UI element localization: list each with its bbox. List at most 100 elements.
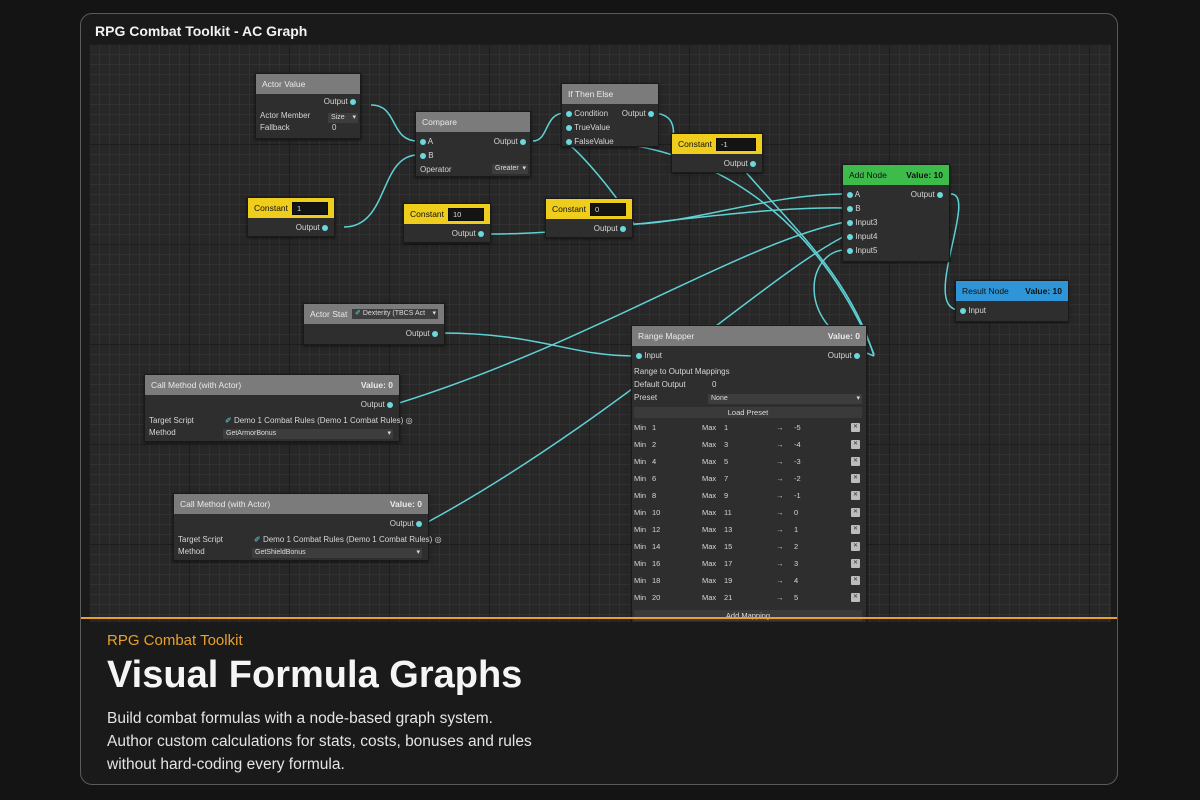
output-pin[interactable] [750,160,756,167]
operator-dropdown[interactable]: Greater [492,164,528,174]
max-field[interactable]: 15 [724,542,732,551]
node-header[interactable]: Constant 0 [546,199,632,219]
trash-icon[interactable]: ✕ [851,559,860,568]
node-header[interactable]: Compare [416,112,530,132]
result-node[interactable]: Result Node Value: 10 Input [955,280,1069,322]
max-field[interactable]: 7 [724,474,728,483]
fallback-field[interactable]: 0 [332,122,336,134]
input-pin-3[interactable] [847,219,853,226]
method-dropdown[interactable]: GetShieldBonus [252,548,422,558]
output-pin[interactable] [620,225,626,232]
target-script-field[interactable]: ✐ Demo 1 Combat Rules (Demo 1 Combat Rul… [225,415,413,427]
output-field[interactable]: 5 [794,593,798,602]
compare-node[interactable]: Compare A Output B Operator Greater [415,111,531,177]
input-pin-b[interactable] [420,152,426,159]
input-pin-4[interactable] [847,233,853,240]
node-header[interactable]: Result Node Value: 10 [956,281,1068,301]
constant-value-field[interactable]: -1 [716,137,756,151]
output-field[interactable]: -5 [794,423,801,432]
min-field[interactable]: 12 [652,525,660,534]
max-field[interactable]: 1 [724,423,728,432]
output-pin[interactable] [432,330,438,337]
min-field[interactable]: 1 [652,423,656,432]
output-field[interactable]: 3 [794,559,798,568]
preset-dropdown[interactable]: None [708,394,862,404]
method-dropdown[interactable]: GetArmorBonus [223,429,393,439]
trash-icon[interactable]: ✕ [851,474,860,483]
min-field[interactable]: 20 [652,593,660,602]
trash-icon[interactable]: ✕ [851,457,860,466]
output-field[interactable]: -2 [794,474,801,483]
trash-icon[interactable]: ✕ [851,491,860,500]
if-then-else-node[interactable]: If Then Else Condition Output TrueValue … [561,83,659,147]
trash-icon[interactable]: ✕ [851,576,860,585]
node-header[interactable]: If Then Else [562,84,658,104]
output-pin[interactable] [937,191,943,198]
constant-value-field[interactable]: 0 [590,202,626,216]
constant-value-field[interactable]: 10 [448,207,484,221]
actor-value-node[interactable]: Actor Value Output Actor Member Size Fal… [255,73,361,139]
range-mapper-node[interactable]: Range Mapper Value: 0 Input Output Range … [631,325,867,622]
target-icon[interactable]: ◎ [406,416,413,425]
output-field[interactable]: 1 [794,525,798,534]
false-value-pin[interactable] [566,138,572,145]
min-field[interactable]: 16 [652,559,660,568]
max-field[interactable]: 13 [724,525,732,534]
output-field[interactable]: 4 [794,576,798,585]
output-field[interactable]: -3 [794,457,801,466]
add-node[interactable]: Add Node Value: 10 A Output B Input3 Inpu… [842,164,950,262]
trash-icon[interactable]: ✕ [851,593,860,602]
trash-icon[interactable]: ✕ [851,508,860,517]
condition-pin[interactable] [566,110,572,117]
output-field[interactable]: 2 [794,542,798,551]
add-mapping-button[interactable]: Add Mapping [634,610,862,621]
call-method-armor-node[interactable]: Call Method (with Actor) Value: 0 Output … [144,374,413,442]
max-field[interactable]: 5 [724,457,728,466]
min-field[interactable]: 4 [652,457,656,466]
trash-icon[interactable]: ✕ [851,423,860,432]
true-value-pin[interactable] [566,124,572,131]
input-pin-a[interactable] [420,138,426,145]
constant-value-field[interactable]: 1 [292,201,328,215]
output-field[interactable]: -1 [794,491,801,500]
output-pin[interactable] [648,110,654,117]
output-pin[interactable] [350,98,356,105]
node-header[interactable]: Constant 10 [404,204,490,224]
min-field[interactable]: 2 [652,440,656,449]
node-header[interactable]: Call Method (with Actor) Value: 0 [174,494,428,514]
output-pin[interactable] [854,352,860,359]
node-header[interactable]: Range Mapper Value: 0 [632,326,866,346]
load-preset-button[interactable]: Load Preset [634,407,862,418]
node-header[interactable]: Add Node Value: 10 [843,165,949,185]
node-header[interactable]: Call Method (with Actor) Value: 0 [145,375,399,395]
constant-10-node[interactable]: Constant 10 Output [403,203,491,243]
stat-dropdown[interactable]: ✐ Dexterity (TBCS Act [352,309,438,319]
output-field[interactable]: -4 [794,440,801,449]
node-header[interactable]: Constant -1 [672,134,762,154]
min-field[interactable]: 18 [652,576,660,585]
constant-1-node[interactable]: Constant 1 Output [247,197,335,237]
trash-icon[interactable]: ✕ [851,542,860,551]
node-header[interactable]: Constant 1 [248,198,334,218]
node-header[interactable]: Actor Stat ✐ Dexterity (TBCS Act [304,304,444,324]
actor-stat-node[interactable]: Actor Stat✐ Dexterity (TBCS Act Output [303,303,445,345]
call-method-shield-node[interactable]: Call Method (with Actor) Value: 0 Output … [173,493,442,561]
max-field[interactable]: 9 [724,491,728,500]
target-icon[interactable]: ◎ [435,535,442,544]
trash-icon[interactable]: ✕ [851,525,860,534]
trash-icon[interactable]: ✕ [851,440,860,449]
output-pin[interactable] [478,230,484,237]
output-pin[interactable] [416,520,422,527]
default-output-field[interactable]: 0 [712,379,716,391]
constant-neg1-node[interactable]: Constant -1 Output [671,133,763,173]
min-field[interactable]: 14 [652,542,660,551]
output-pin[interactable] [387,401,393,408]
constant-0-node[interactable]: Constant 0 Output [545,198,633,238]
max-field[interactable]: 3 [724,440,728,449]
max-field[interactable]: 19 [724,576,732,585]
min-field[interactable]: 8 [652,491,656,500]
target-script-field[interactable]: ✐ Demo 1 Combat Rules (Demo 1 Combat Rul… [254,534,442,546]
input-pin-b[interactable] [847,205,853,212]
max-field[interactable]: 17 [724,559,732,568]
node-header[interactable]: Actor Value [256,74,360,94]
